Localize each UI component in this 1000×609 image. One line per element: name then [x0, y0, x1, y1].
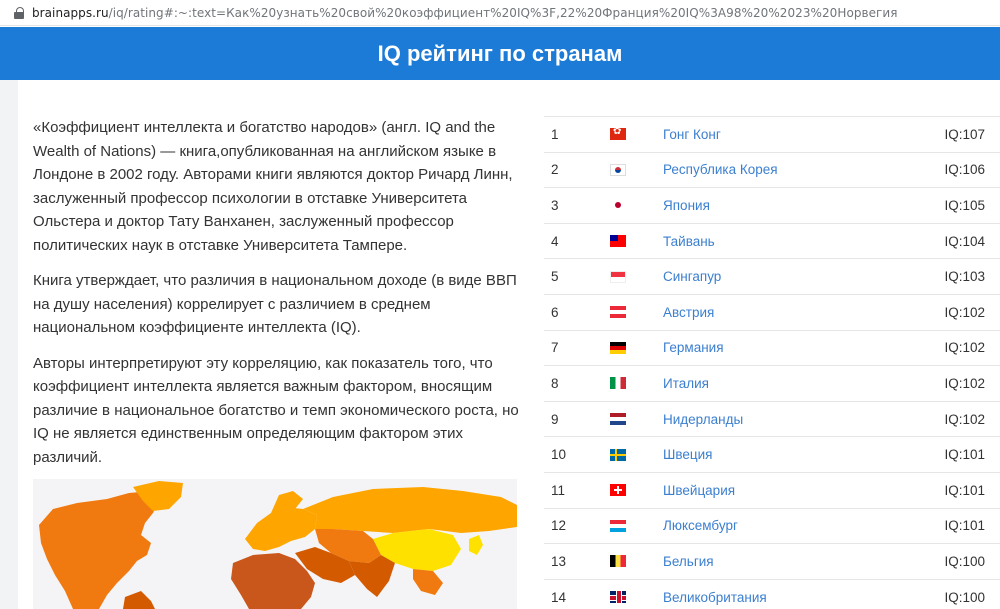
rank-number: 1: [551, 126, 559, 142]
iq-value: IQ:102: [944, 411, 985, 427]
country-link[interactable]: Республика Корея: [663, 162, 930, 177]
flag-kr-icon: [610, 163, 626, 176]
rating-row: 12 Люксембург IQ:101: [544, 507, 1000, 544]
country-link[interactable]: Гонг Конг: [663, 127, 930, 142]
lock-icon[interactable]: [14, 6, 24, 19]
rating-row: 10 Швеция IQ:101: [544, 436, 1000, 472]
country-link[interactable]: Швеция: [663, 447, 930, 462]
flag-ch-icon: [610, 484, 626, 497]
rank-number: 8: [551, 375, 559, 391]
country-link[interactable]: Бельгия: [663, 554, 930, 569]
url-path: /iq/rating#:~:text=Как%20узнать%20свой%2…: [108, 5, 898, 20]
japan-korea-shape: [469, 535, 483, 555]
rank-number: 12: [551, 518, 567, 534]
page-title: IQ рейтинг по странам: [377, 40, 623, 66]
flag-be-icon: [610, 555, 626, 568]
rating-row: 14 Великобритания IQ:100: [544, 578, 1000, 609]
rank-number: 7: [551, 340, 559, 356]
iq-value: IQ:102: [944, 304, 985, 320]
flag-de-icon: [610, 341, 626, 354]
flag-hk-icon: [610, 128, 626, 141]
country-link[interactable]: Люксембург: [663, 518, 930, 533]
rank-number: 4: [551, 233, 559, 249]
flag-se-icon: [610, 448, 626, 461]
page-header: IQ рейтинг по странам: [0, 27, 1000, 80]
article-text: «Коэффициент интеллекта и богатство наро…: [33, 116, 523, 481]
flag-nl-icon: [610, 413, 626, 426]
country-link[interactable]: Тайвань: [663, 234, 930, 249]
country-link[interactable]: Япония: [663, 198, 930, 213]
iq-value: IQ:101: [944, 447, 985, 463]
rating-row: 13 Бельгия IQ:100: [544, 543, 1000, 579]
rank-number: 13: [551, 553, 567, 569]
rank-number: 11: [551, 482, 566, 498]
country-link[interactable]: Швейцария: [663, 483, 930, 498]
paragraph-3: Авторы интерпретируют эту корреляцию, ка…: [33, 354, 519, 466]
rank-number: 2: [551, 162, 559, 178]
iq-value: IQ:104: [944, 233, 985, 249]
flag-sg-icon: [610, 270, 626, 283]
flag-lu-icon: [610, 519, 626, 532]
rank-number: 9: [551, 411, 559, 427]
rank-number: 14: [551, 589, 567, 605]
flag-tw-icon: [610, 235, 626, 248]
flag-gb-icon: [610, 591, 626, 604]
flag-at-icon: [610, 306, 626, 319]
url-text[interactable]: brainapps.ru/iq/rating#:~:text=Как%20узн…: [32, 6, 898, 20]
rating-row: 4 Тайвань IQ:104: [544, 222, 1000, 259]
iq-value: IQ:100: [944, 589, 985, 605]
world-iq-map: [33, 479, 517, 609]
country-link[interactable]: Нидерланды: [663, 412, 930, 427]
flag-jp-icon: [610, 199, 626, 212]
russia-shape: [303, 487, 517, 533]
country-link[interactable]: Великобритания: [663, 590, 930, 605]
rating-row: 7 Германия IQ:102: [544, 329, 1000, 366]
country-link[interactable]: Австрия: [663, 305, 930, 320]
country-link[interactable]: Германия: [663, 340, 930, 355]
rating-row: 5 Сингапур IQ:103: [544, 258, 1000, 294]
iq-value: IQ:100: [944, 553, 985, 569]
address-bar[interactable]: brainapps.ru/iq/rating#:~:text=Как%20узн…: [0, 0, 1000, 26]
southeast-asia-shape: [413, 569, 443, 595]
rank-number: 10: [551, 447, 567, 463]
left-gutter: [0, 80, 18, 609]
rating-row: 1 Гонг Конг IQ:107: [544, 116, 1000, 152]
rating-row: 8 Италия IQ:102: [544, 365, 1000, 401]
iq-value: IQ:101: [944, 482, 985, 498]
iq-value: IQ:107: [944, 126, 985, 142]
country-link[interactable]: Италия: [663, 376, 930, 391]
iq-value: IQ:102: [944, 375, 985, 391]
world-map-image: [39, 481, 517, 609]
iq-value: IQ:103: [944, 269, 985, 285]
rating-row: 3 Япония IQ:105: [544, 187, 1000, 223]
rank-number: 3: [551, 197, 559, 213]
url-host: brainapps.ru: [32, 5, 109, 20]
rank-number: 6: [551, 304, 559, 320]
rating-row: 2 Республика Корея IQ:106: [544, 151, 1000, 188]
country-link[interactable]: Сингапур: [663, 269, 930, 284]
iq-value: IQ:105: [944, 197, 985, 213]
south-america-shape: [123, 591, 155, 609]
rating-row: 9 Нидерланды IQ:102: [544, 400, 1000, 437]
flag-it-icon: [610, 377, 626, 390]
iq-value: IQ:102: [944, 340, 985, 356]
rating-row: 6 Австрия IQ:102: [544, 293, 1000, 330]
rank-number: 5: [551, 269, 559, 285]
paragraph-2: Книга утверждает, что различия в национа…: [33, 272, 517, 336]
iq-value: IQ:106: [944, 162, 985, 178]
europe-shape: [245, 507, 317, 551]
paragraph-1: «Коэффициент интеллекта и богатство наро…: [33, 119, 513, 254]
iq-value: IQ:101: [944, 518, 985, 534]
rating-row: 11 Швейцария IQ:101: [544, 471, 1000, 508]
iq-rating-table: 1 Гонг Конг IQ:107 2 Республика Корея IQ:106 3…: [544, 116, 1000, 609]
